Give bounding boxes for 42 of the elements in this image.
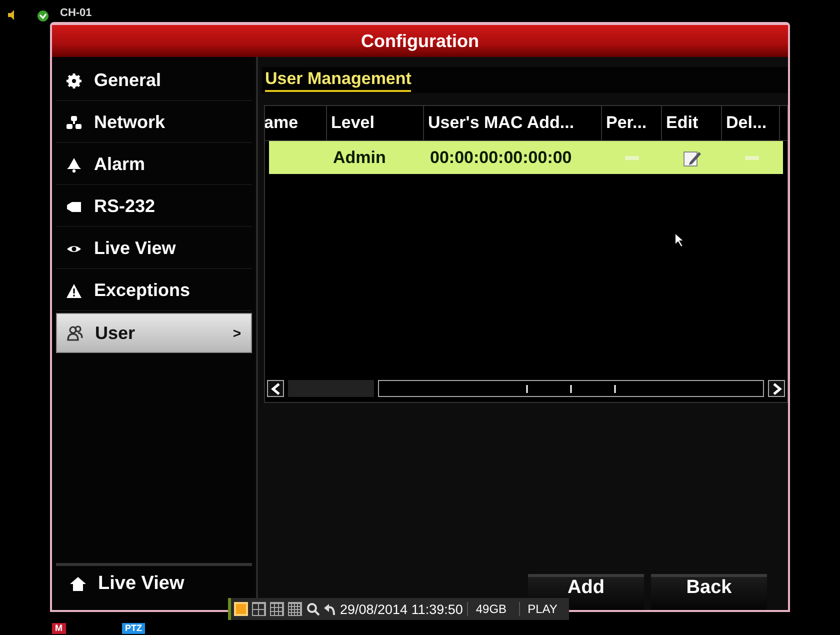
check-icon — [37, 10, 49, 22]
menu-item[interactable]: Network — [56, 103, 252, 143]
layout-button[interactable] — [252, 602, 266, 616]
mode-label: PLAY — [518, 602, 566, 616]
table-row[interactable]: Admin 00:00:00:00:00:00 — [269, 141, 783, 174]
back-button[interactable]: Back — [651, 574, 767, 610]
menu-item[interactable]: User > — [56, 313, 252, 353]
network-icon — [66, 114, 82, 130]
column-header: Level — [327, 106, 424, 140]
column-header: User's MAC Add... — [424, 106, 602, 140]
column-header: Per... — [602, 106, 662, 140]
channel-label: CH-01 — [60, 7, 92, 19]
edit-icon[interactable] — [683, 148, 701, 166]
chevron-icon: > — [232, 325, 241, 341]
grip-icon — [526, 384, 616, 392]
back-arrow-icon[interactable] — [324, 602, 336, 616]
layout-button[interactable] — [270, 602, 284, 616]
menu-item[interactable]: Alarm — [56, 145, 252, 185]
table-cell-text: 00:00:00:00:00:00 — [429, 148, 573, 168]
menu-item[interactable]: General — [56, 61, 252, 101]
menu-item[interactable]: RS-232 — [56, 187, 252, 227]
date-time: 29/08/2014 11:39:50 — [340, 602, 463, 616]
osd-badge: PTZ — [122, 623, 145, 634]
table-cell-text: Admin — [332, 148, 387, 168]
window-title: Configuration — [52, 25, 788, 57]
layout-button[interactable] — [288, 602, 302, 616]
users-icon — [67, 325, 83, 341]
disk-space: 49GB — [466, 602, 515, 616]
gear-icon — [66, 72, 82, 88]
menu-item[interactable]: Live View — [56, 229, 252, 269]
osd-badge: M — [52, 623, 66, 634]
speaker-icon — [8, 10, 14, 20]
scrollbar-track[interactable] — [378, 380, 764, 397]
cursor-icon — [674, 232, 686, 248]
zoom-icon[interactable] — [306, 602, 320, 616]
scrollbar-thumb[interactable] — [288, 380, 374, 397]
menu-item[interactable]: Exceptions — [56, 271, 252, 311]
home-icon — [70, 576, 86, 592]
column-header: Del... — [722, 106, 780, 140]
column-header: Edit — [662, 106, 722, 140]
warning-icon — [66, 282, 82, 298]
bell-icon — [66, 156, 82, 172]
